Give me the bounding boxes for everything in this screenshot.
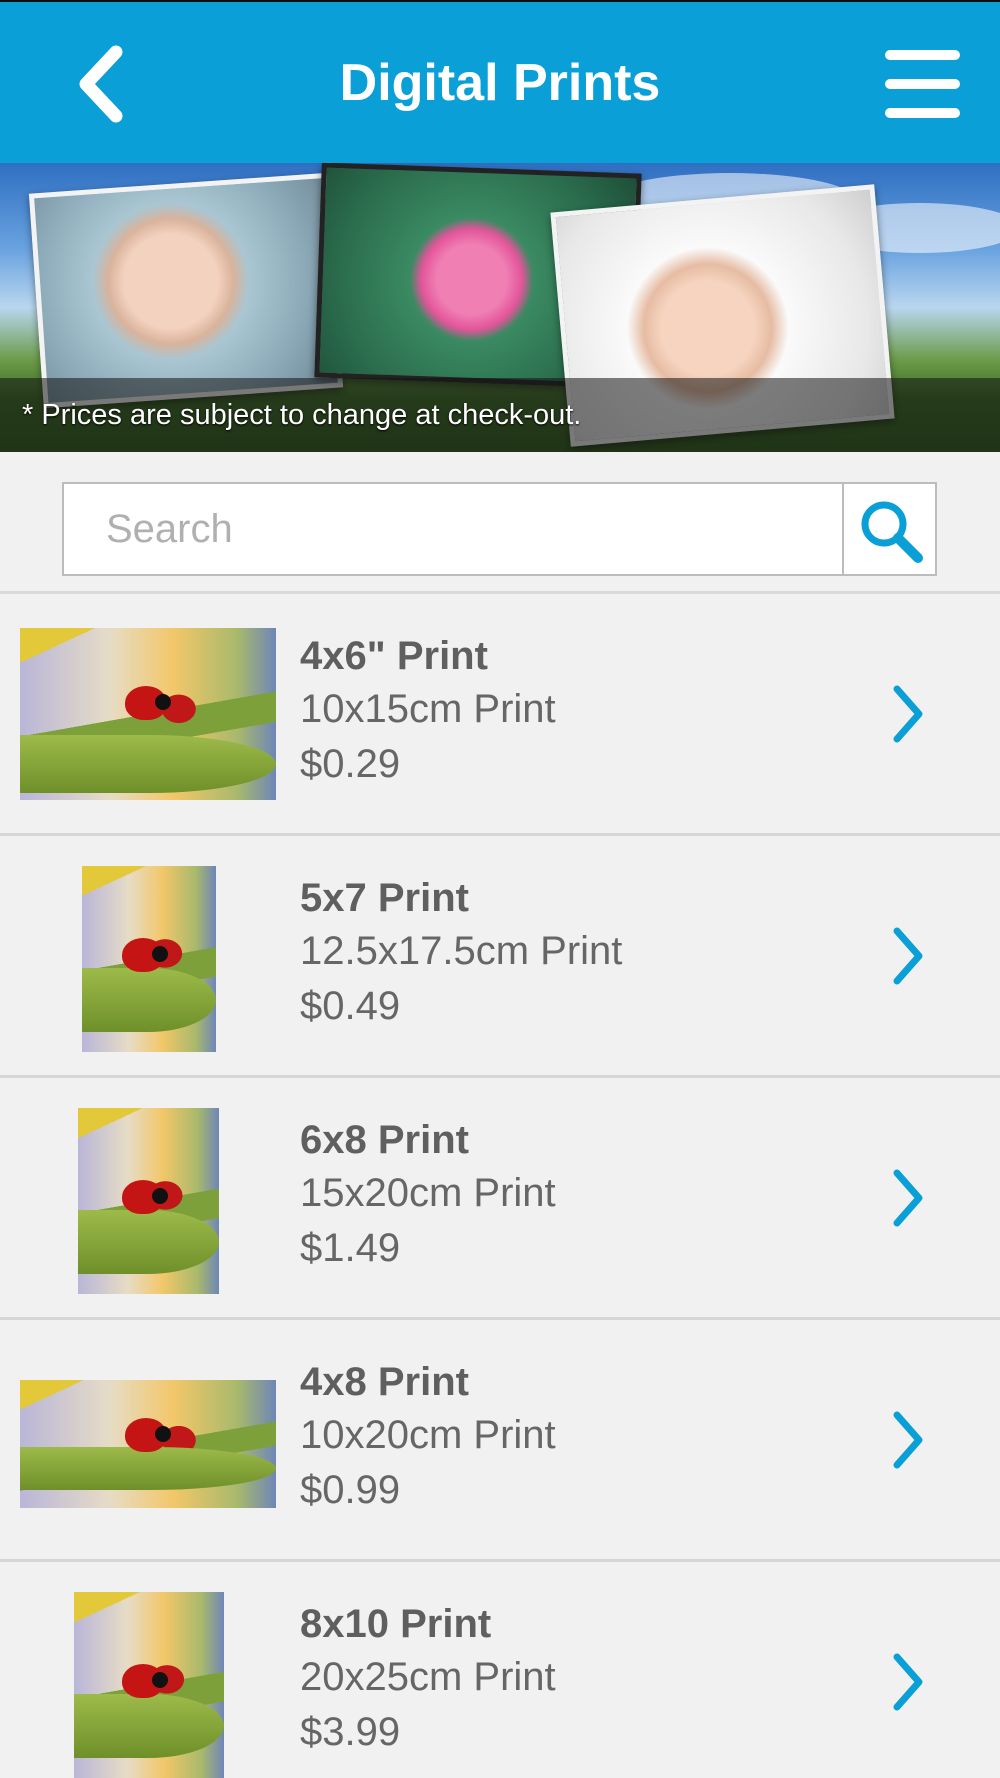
product-thumbnail — [82, 866, 216, 1052]
menu-button[interactable] — [885, 50, 960, 118]
search-button[interactable] — [842, 482, 937, 576]
thumb-stem — [20, 734, 276, 794]
product-subtitle: 12.5x17.5cm Print — [300, 929, 623, 973]
promo-banner: * Prices are subject to change at check-… — [0, 163, 1000, 452]
thumb-stem — [20, 1446, 276, 1491]
thumb-stem — [78, 1210, 219, 1274]
product-price: $1.49 — [300, 1226, 401, 1270]
hamburger-line — [885, 108, 960, 118]
product-thumbnail — [74, 1592, 224, 1778]
ladybug-icon — [125, 686, 171, 720]
product-row-5x7[interactable]: 5x7 Print 12.5x17.5cm Print $0.49 — [0, 836, 1000, 1078]
chevron-right-icon — [893, 685, 923, 743]
product-subtitle: 15x20cm Print — [300, 1171, 556, 1215]
ladybug-icon — [122, 1180, 168, 1214]
product-row-4x6[interactable]: 4x6" Print 10x15cm Print $0.29 — [0, 594, 1000, 836]
ladybug-icon — [125, 1418, 171, 1452]
page-title: Digital Prints — [339, 54, 661, 112]
hamburger-line — [885, 79, 960, 89]
product-price: $3.99 — [300, 1710, 401, 1754]
ladybug-icon — [122, 1664, 168, 1698]
product-title: 4x6" Print — [300, 634, 488, 678]
product-list: 4x6" Print 10x15cm Print $0.29 5x7 Print… — [0, 594, 1000, 1778]
product-title: 4x8 Print — [300, 1360, 469, 1404]
product-row-6x8[interactable]: 6x8 Print 15x20cm Print $1.49 — [0, 1078, 1000, 1320]
product-price: $0.99 — [300, 1468, 401, 1512]
product-row-8x10[interactable]: 8x10 Print 20x25cm Print $3.99 — [0, 1562, 1000, 1778]
chevron-right-icon — [893, 1653, 923, 1711]
thumb-stem — [82, 968, 216, 1032]
product-price: $0.49 — [300, 984, 401, 1028]
search-bar — [0, 452, 1000, 594]
search-input[interactable] — [62, 482, 844, 576]
product-title: 5x7 Print — [300, 876, 469, 920]
chevron-right-icon — [893, 1169, 923, 1227]
banner-photo-baby — [28, 172, 344, 409]
magnifier-icon — [861, 501, 923, 563]
product-title: 8x10 Print — [300, 1602, 492, 1646]
product-subtitle: 10x15cm Print — [300, 687, 556, 731]
product-row-4x8[interactable]: 4x8 Print 10x20cm Print $0.99 — [0, 1320, 1000, 1562]
product-thumbnail — [20, 1380, 276, 1508]
app-header: Digital Prints — [0, 0, 1000, 163]
price-notice: * Prices are subject to change at check-… — [22, 399, 582, 431]
ladybug-icon — [122, 938, 168, 972]
product-title: 6x8 Print — [300, 1118, 469, 1162]
thumb-stem — [74, 1694, 224, 1758]
product-thumbnail — [78, 1108, 219, 1294]
product-subtitle: 20x25cm Print — [300, 1655, 556, 1699]
product-thumbnail — [20, 628, 276, 800]
product-subtitle: 10x20cm Print — [300, 1413, 556, 1457]
chevron-right-icon — [893, 1411, 923, 1469]
product-price: $0.29 — [300, 742, 401, 786]
hamburger-menu-icon — [885, 50, 960, 60]
chevron-right-icon — [893, 927, 923, 985]
